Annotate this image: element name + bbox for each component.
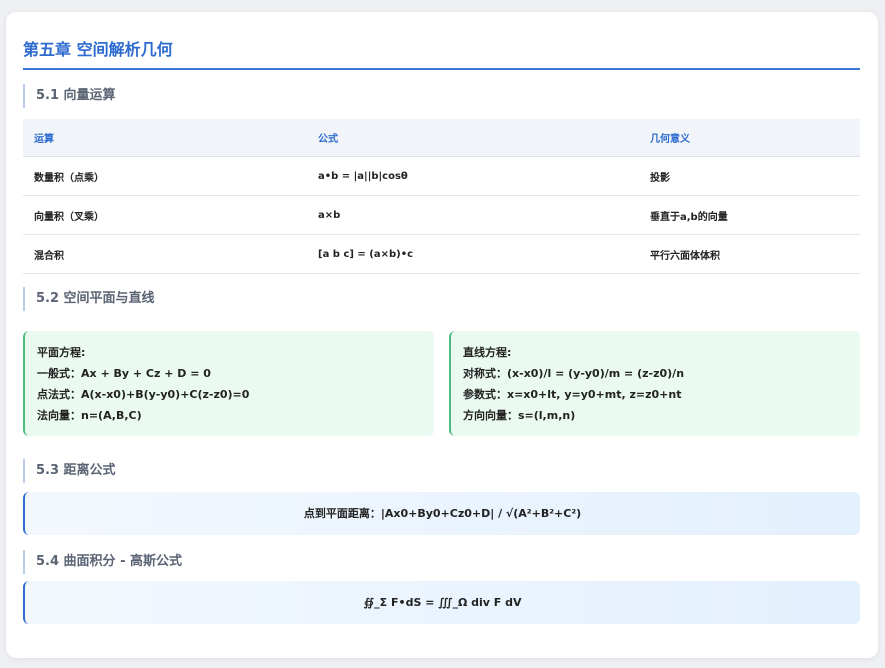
chapter-title: 第五章 空间解析几何 [23, 40, 173, 59]
line-line: 对称式：(x-x0)/l = (y-y0)/m = (z-z0)/n [463, 367, 685, 380]
table-cell: a×b [307, 195, 639, 235]
plane-heading: 平面方程: [37, 346, 86, 359]
table-cell: 混合积 [23, 234, 307, 274]
table-header: 运算 [23, 119, 307, 157]
table-cell: 数量积（点乘） [23, 156, 307, 196]
table-row: 混合积 [a b c] = (a×b)•c 平行六面体体积 [23, 234, 860, 274]
gauss-formula: ∯_Σ F•dS = ∭_Ω div F dV [23, 581, 860, 624]
table-cell: 垂直于a,b的向量 [639, 195, 860, 235]
table-row: 数量积（点乘） a•b = |a||b|cosθ 投影 [23, 156, 860, 196]
table-cell: a•b = |a||b|cosθ [307, 156, 639, 196]
table-row: 向量积（叉乘） a×b 垂直于a,b的向量 [23, 195, 860, 235]
section-title-distance: 5.3 距离公式 [23, 459, 116, 483]
line-heading: 直线方程: [463, 346, 512, 359]
table-cell: [a b c] = (a×b)•c [307, 234, 639, 274]
table-cell: 向量积（叉乘） [23, 195, 307, 235]
section-title-plane-line: 5.2 空间平面与直线 [23, 287, 155, 311]
table-cell: 投影 [639, 156, 860, 196]
section-title-gauss: 5.4 曲面积分 - 高斯公式 [23, 550, 182, 574]
vector-operations-table: 运算 公式 几何意义 数量积（点乘） a•b = |a||b|cosθ 投影 向… [23, 119, 860, 274]
title-divider [23, 68, 860, 70]
table-header: 公式 [307, 119, 639, 157]
line-equation-box: 直线方程: 对称式：(x-x0)/l = (y-y0)/m = (z-z0)/n… [449, 331, 860, 436]
table-header-row: 运算 公式 几何意义 [23, 119, 860, 157]
plane-line: 点法式：A(x-x0)+B(y-y0)+C(z-z0)=0 [37, 388, 250, 401]
plane-line: 法向量：n=(A,B,C) [37, 409, 142, 422]
plane-equation-box: 平面方程: 一般式：Ax + By + Cz + D = 0 点法式：A(x-x… [23, 331, 434, 436]
table-cell: 平行六面体体积 [639, 234, 860, 274]
line-line: 方向向量：s=(l,m,n) [463, 409, 576, 422]
plane-line: 一般式：Ax + By + Cz + D = 0 [37, 367, 211, 380]
table-header: 几何意义 [639, 119, 860, 157]
line-line: 参数式：x=x0+lt, y=y0+mt, z=z0+nt [463, 388, 682, 401]
distance-formula: 点到平面距离：|Ax0+By0+Cz0+D| / √(A²+B²+C²) [23, 492, 860, 535]
section-title-vector-ops: 5.1 向量运算 [23, 84, 116, 108]
